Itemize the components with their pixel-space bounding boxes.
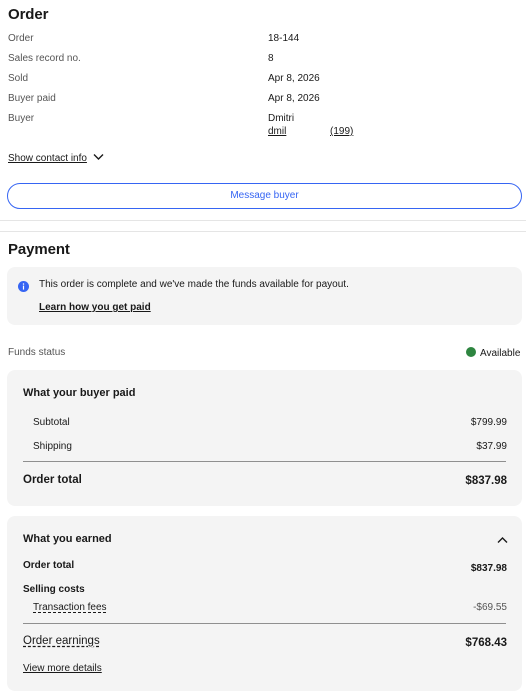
buyer-username-link[interactable]: dmil [268,126,286,137]
status-dot-icon [466,347,476,357]
shipping-label: Shipping [33,441,72,452]
buyer-order-total-label: Order total [23,474,82,486]
shipping-value: $37.99 [476,441,507,452]
order-earnings-link[interactable]: Order earnings [23,635,100,647]
funds-status-value: Available [480,348,521,359]
view-more-details-link[interactable]: View more details [23,663,102,674]
payment-heading: Payment [8,241,70,258]
earned-order-total-label: Order total [23,560,75,571]
transaction-fees-link[interactable]: Transaction fees [33,602,107,613]
earned-card: What you earned Order total $837.98 Sell… [7,516,522,691]
show-contact-info-toggle[interactable]: Show contact info [8,153,104,164]
buyer-name: Dmitri [268,113,295,124]
transaction-fees-value: -$69.55 [473,602,507,613]
info-icon [18,279,29,297]
payout-notice-text: This order is complete and we've made th… [39,279,349,290]
buyer-paid-value: Apr 8, 2026 [268,93,320,104]
buyer-feedback-link[interactable]: (199) [330,126,353,137]
buyer-paid-title: What your buyer paid [23,387,136,399]
show-contact-info-label: Show contact info [8,153,87,165]
chevron-down-icon [93,153,104,164]
buyer-paid-card: What your buyer paid Subtotal $799.99 Sh… [7,370,522,506]
buyer-order-total-value: $837.98 [465,475,507,487]
buyer-paid-label: Buyer paid [8,93,56,104]
earned-order-total-value: $837.98 [470,563,507,574]
sold-label: Sold [8,73,29,84]
chevron-up-icon[interactable] [497,531,508,549]
learn-how-paid-link[interactable]: Learn how you get paid [39,302,151,313]
order-number-value: 18-144 [268,33,300,44]
order-number-label: Order [8,33,34,44]
funds-status-label: Funds status [8,347,66,358]
order-earnings-value: $768.43 [465,637,507,649]
order-heading: Order [8,6,49,23]
funds-status: Available [466,347,520,359]
message-buyer-button[interactable]: Message buyer [7,183,522,209]
earnings-divider [23,623,506,624]
subtotal-label: Subtotal [33,417,70,428]
earned-title: What you earned [23,533,112,545]
subtotal-value: $799.99 [470,417,507,428]
payout-notice: This order is complete and we've made th… [7,267,522,325]
sales-record-value: 8 [268,53,274,64]
section-separator [0,220,526,232]
total-divider [23,461,506,462]
buyer-label: Buyer [8,113,35,124]
sold-value: Apr 8, 2026 [268,73,320,84]
sales-record-label: Sales record no. [8,53,81,64]
selling-costs-label: Selling costs [23,584,85,595]
